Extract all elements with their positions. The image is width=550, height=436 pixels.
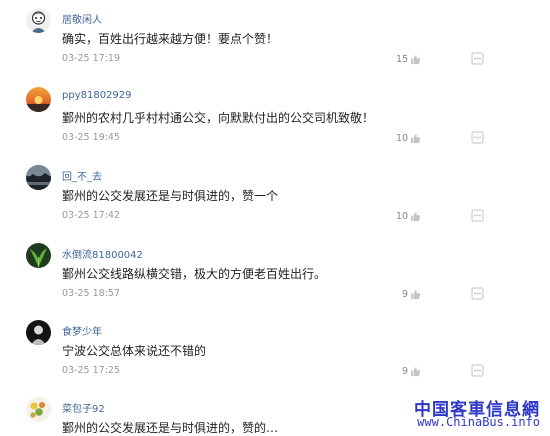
like-button[interactable]: 10 (396, 209, 424, 223)
username[interactable]: 食梦少年 (62, 323, 102, 338)
comment-time: 03-25 18:57 (62, 288, 121, 299)
username[interactable]: ppy81802929 (62, 90, 132, 101)
comment-item: ppy81802929 鄞州的农村几乎村村通公交，向默默付出的公交司机致敬！ 0… (0, 87, 550, 165)
more-icon[interactable] (471, 364, 484, 377)
like-count: 9 (402, 288, 409, 300)
comment-item: 水倒流81800042 鄞州公交线路纵横交错，极大的方便老百姓出行。 03-25… (0, 243, 550, 321)
username[interactable]: 菜包子92 (62, 400, 105, 415)
avatar[interactable] (26, 8, 51, 33)
thumbs-up-icon (410, 133, 421, 144)
like-count: 10 (396, 210, 409, 222)
like-button[interactable]: 10 (396, 131, 424, 145)
more-icon[interactable] (471, 131, 484, 144)
comment-text: 鄞州的农村几乎村村通公交，向默默付出的公交司机致敬！ (62, 111, 375, 125)
like-button[interactable]: 15 (396, 52, 424, 66)
watermark-url: www.ChinaBus.info (417, 415, 540, 429)
comment-time: 03-25 17:25 (62, 365, 121, 376)
comment-text: 鄞州公交线路纵横交错，极大的方便老百姓出行。 (62, 267, 327, 281)
thumbs-up-icon (410, 289, 421, 300)
like-button[interactable]: 9 (402, 364, 430, 378)
comment-item: 居敬闲人 确实，百姓出行越来越方便！要点个赞！ 03-25 17:19 15 (0, 8, 550, 86)
avatar[interactable] (26, 165, 51, 190)
comment-time: 03-25 17:42 (62, 210, 121, 221)
avatar[interactable] (26, 243, 51, 268)
comment-item: 回_不_去 鄞州的公交发展还是与时俱进的，赞一个 03-25 17:42 10 (0, 165, 550, 243)
like-count: 15 (396, 53, 409, 65)
thumbs-up-icon (410, 54, 421, 65)
like-button[interactable]: 9 (402, 287, 430, 301)
like-count: 9 (402, 365, 409, 377)
username[interactable]: 回_不_去 (62, 168, 102, 183)
comment-text: 鄞州的公交发展还是与时俱进的，赞一个 (62, 189, 279, 203)
thumbs-up-icon (410, 366, 421, 377)
username[interactable]: 居敬闲人 (62, 11, 102, 26)
more-icon[interactable] (471, 209, 484, 222)
more-icon[interactable] (471, 287, 484, 300)
username[interactable]: 水倒流81800042 (62, 246, 143, 261)
thumbs-up-icon (410, 211, 421, 222)
avatar[interactable] (26, 87, 51, 112)
comment-text: 确实，百姓出行越来越方便！要点个赞！ (62, 32, 279, 46)
more-icon[interactable] (471, 52, 484, 65)
avatar[interactable] (26, 397, 51, 422)
comment-time: 03-25 19:45 (62, 132, 121, 143)
watermark-logo: 中国客車信息網 www.ChinaBus.info (402, 393, 550, 436)
comment-text: 宁波公交总体来说还不错的 (62, 344, 207, 358)
comment-text: 鄞州的公交发展还是与时俱进的，赞的… (62, 421, 279, 435)
avatar[interactable] (26, 320, 51, 345)
comment-item: 食梦少年 宁波公交总体来说还不错的 03-25 17:25 9 (0, 320, 550, 398)
like-count: 10 (396, 132, 409, 144)
comment-time: 03-25 17:19 (62, 53, 121, 64)
